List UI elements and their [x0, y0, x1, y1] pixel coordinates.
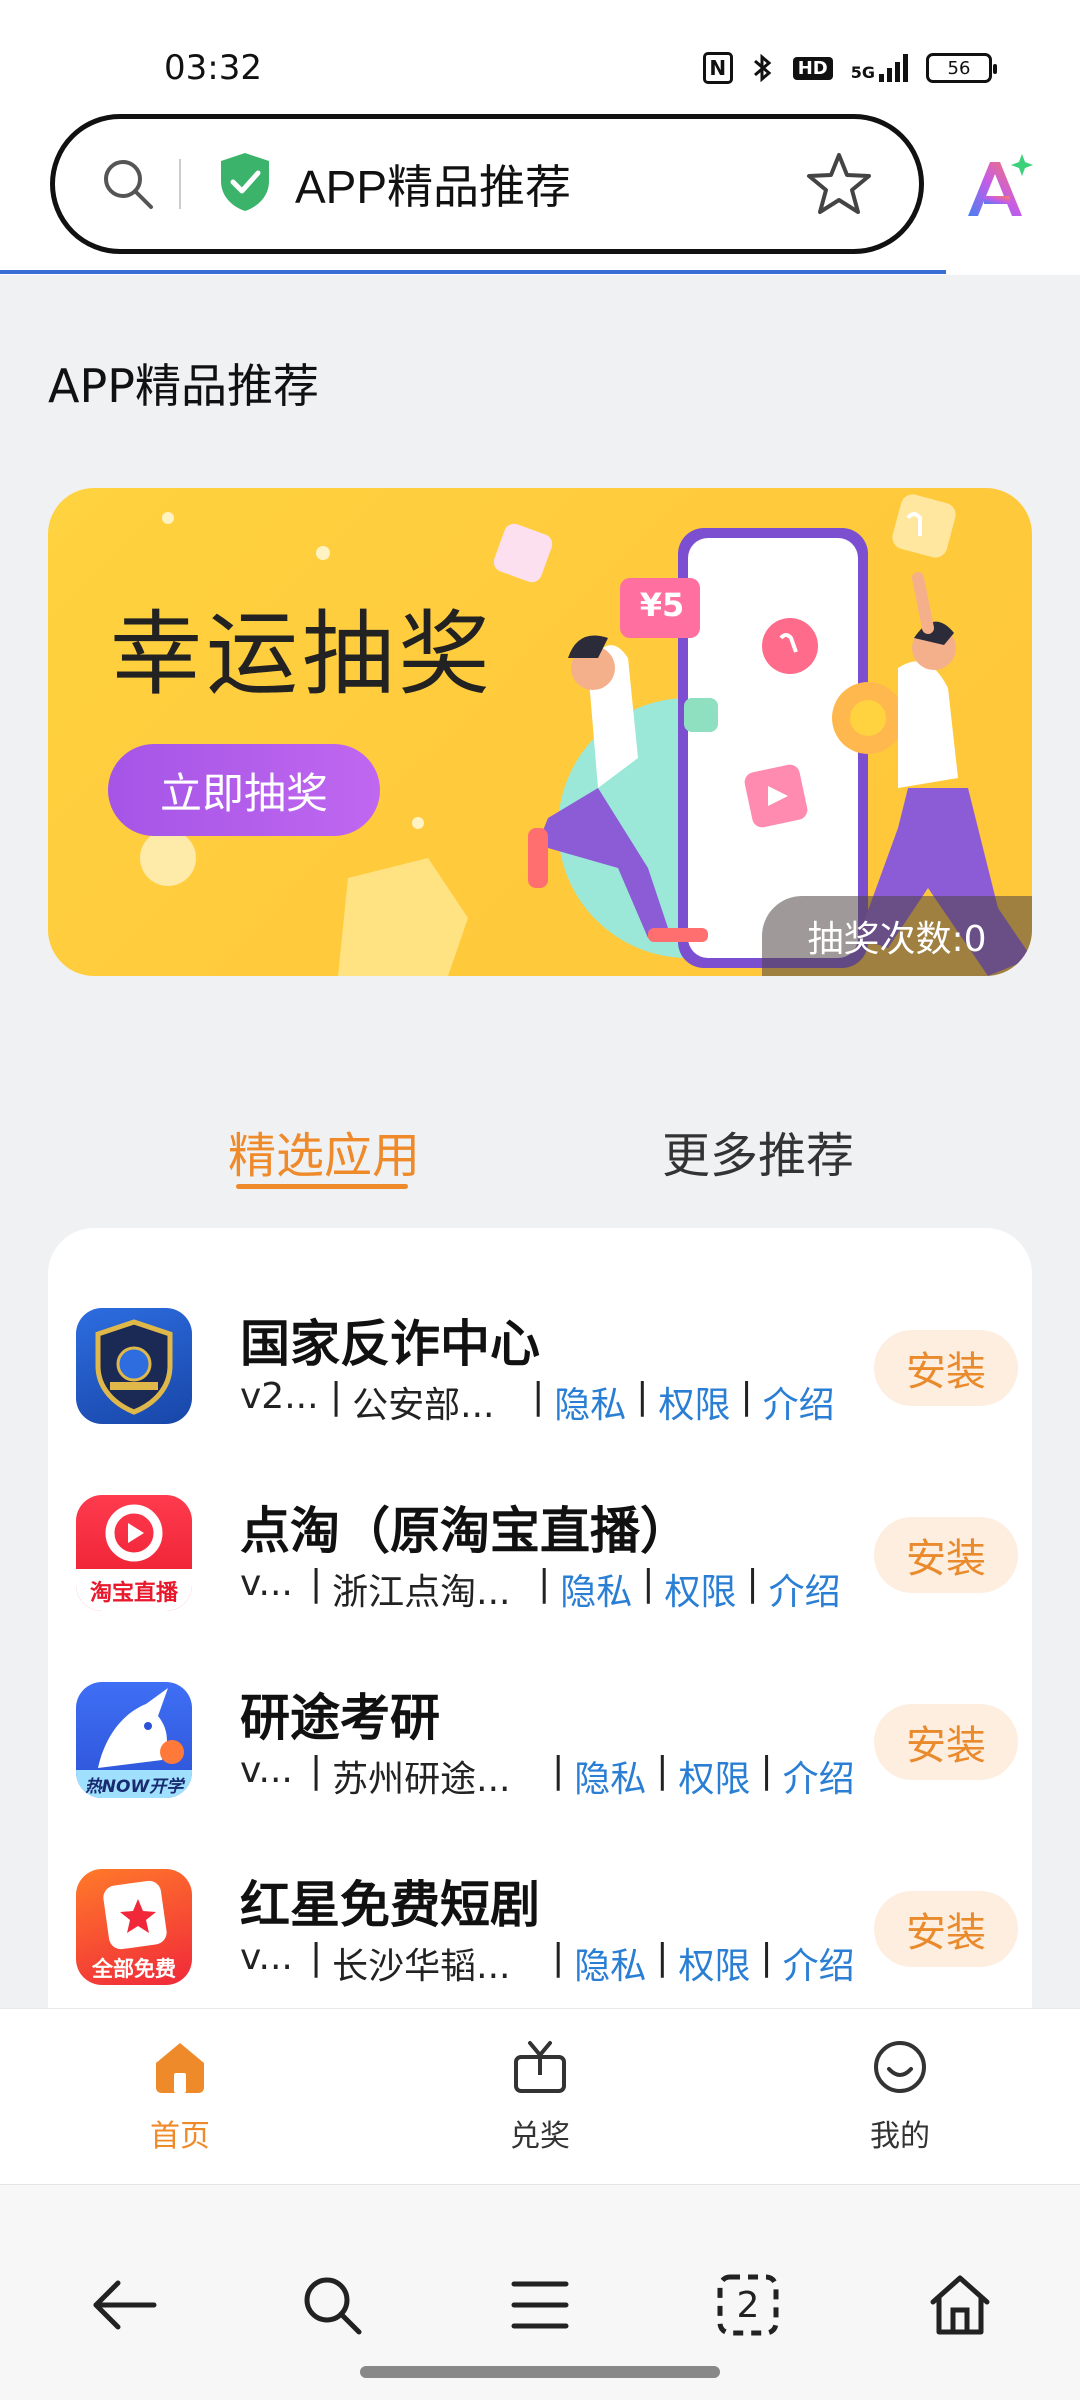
app-name: 红星免费短剧: [240, 1876, 540, 1934]
permissions-link[interactable]: 权限: [678, 1937, 750, 1989]
shield-check-icon[interactable]: [217, 151, 273, 217]
tv-gift-icon: [510, 2039, 570, 2103]
list-item[interactable]: 全部免费 红星免费短剧 v... | 长沙华韬... | 隐私 | 权限 | 介…: [48, 1869, 1032, 2019]
tabs-icon[interactable]: 2: [708, 2265, 788, 2345]
nav-label: 兑奖: [510, 2119, 570, 2154]
menu-icon[interactable]: [500, 2265, 580, 2345]
red-star-play-icon[interactable]: 全部免费: [76, 1869, 192, 1985]
app-name: 研途考研: [240, 1689, 440, 1747]
tab-active-indicator: [236, 1184, 408, 1189]
list-item[interactable]: 热NOW开学 研途考研 v... | 苏州研途... | 隐私 | 权限 | 介…: [48, 1682, 1032, 1832]
app-list: 国家反诈中心 v2... | 公安部... | 隐私 | 权限 | 介绍 安装 …: [48, 1228, 1032, 2028]
install-button[interactable]: 安装: [874, 1704, 1018, 1780]
install-button[interactable]: 安装: [874, 1330, 1018, 1406]
app-meta: v... | 浙江点淘... | 隐私 | 权限 | 介绍: [240, 1563, 841, 1615]
install-button[interactable]: 安装: [874, 1891, 1018, 1967]
lottery-banner[interactable]: 幸运抽奖 立即抽奖 ¥5 抽奖次数:0: [48, 488, 1032, 976]
section-title: APP精品推荐: [48, 359, 319, 413]
nav-redeem[interactable]: 兑奖: [470, 2039, 610, 2155]
privacy-link[interactable]: 隐私: [554, 1376, 626, 1428]
draw-now-button[interactable]: 立即抽奖: [108, 744, 380, 836]
nav-home[interactable]: 首页: [110, 2039, 250, 2155]
app-version: v...: [240, 1750, 293, 1791]
permissions-link[interactable]: 权限: [658, 1376, 730, 1428]
home-indicator[interactable]: [360, 2366, 720, 2378]
status-time: 03:32: [164, 48, 262, 88]
draw-count-label: 抽奖次数:0: [762, 896, 1032, 976]
address-bar[interactable]: APP精品推荐: [50, 114, 924, 254]
browser-address-area: APP精品推荐: [0, 110, 1080, 275]
page-title-url[interactable]: APP精品推荐: [295, 151, 571, 217]
hd-icon: HD: [792, 56, 833, 80]
app-meta: v2... | 公安部... | 隐私 | 权限 | 介绍: [240, 1376, 835, 1428]
app-developer: 浙江点淘...: [332, 1572, 511, 1613]
app-name: 国家反诈中心: [240, 1315, 540, 1373]
star-icon[interactable]: [805, 151, 873, 221]
page-load-progress: [0, 270, 946, 274]
nav-label: 首页: [150, 2119, 210, 2154]
app-icon-label: 淘宝直播: [89, 1581, 178, 1606]
app-version: v...: [240, 1937, 293, 1978]
battery-icon: 56: [926, 53, 997, 83]
nav-mine[interactable]: 我的: [830, 2039, 970, 2155]
nav-label: 我的: [870, 2119, 930, 2154]
home-icon: [150, 2039, 210, 2103]
banner-title: 幸运抽奖: [110, 601, 495, 708]
intro-link[interactable]: 介绍: [783, 1937, 855, 1989]
list-item[interactable]: 国家反诈中心 v2... | 公安部... | 隐私 | 权限 | 介绍 安装: [48, 1308, 1032, 1458]
app-name: 点淘（原淘宝直播）: [240, 1502, 690, 1560]
permissions-link[interactable]: 权限: [664, 1563, 736, 1615]
app-developer: 苏州研途...: [332, 1759, 511, 1800]
ai-assistant-icon[interactable]: [960, 152, 1036, 226]
anti-fraud-shield-icon[interactable]: [76, 1308, 192, 1424]
privacy-link[interactable]: 隐私: [574, 1937, 646, 1989]
app-version: v...: [240, 1563, 293, 1604]
address-separator: [179, 159, 181, 209]
intro-link[interactable]: 介绍: [783, 1750, 855, 1802]
home-icon[interactable]: [920, 2265, 1000, 2345]
intro-link[interactable]: 介绍: [769, 1563, 841, 1615]
app-developer: 公安部...: [352, 1385, 495, 1426]
app-icon-label: 全部免费: [92, 1957, 176, 1981]
battery-level: 56: [947, 57, 971, 79]
network-label: 5G: [850, 63, 875, 82]
signal-5g-icon: 5G: [851, 54, 908, 82]
coupon-badge: ¥5: [639, 586, 685, 624]
bluetooth-icon: [751, 52, 775, 84]
app-developer: 长沙华韬...: [332, 1946, 511, 1987]
nfc-icon: N: [702, 52, 733, 84]
search-icon[interactable]: [83, 154, 173, 214]
app-bottom-nav: 首页 兑奖 我的: [0, 2008, 1080, 2184]
intro-link[interactable]: 介绍: [763, 1376, 835, 1428]
tab-more-recommendations[interactable]: 更多推荐: [662, 1116, 854, 1186]
status-icons: N HD 5G 56: [702, 52, 997, 84]
install-button[interactable]: 安装: [874, 1517, 1018, 1593]
smile-icon: [870, 2039, 930, 2103]
search-icon[interactable]: [292, 2265, 372, 2345]
app-meta: v... | 苏州研途... | 隐私 | 权限 | 介绍: [240, 1750, 855, 1802]
back-arrow-icon[interactable]: [84, 2265, 164, 2345]
app-icon-label: 热NOW开学: [84, 1777, 184, 1797]
privacy-link[interactable]: 隐私: [574, 1750, 646, 1802]
diantao-icon[interactable]: 淘宝直播: [76, 1495, 192, 1611]
privacy-link[interactable]: 隐私: [560, 1563, 632, 1615]
unicorn-icon[interactable]: 热NOW开学: [76, 1682, 192, 1798]
tab-featured-apps[interactable]: 精选应用: [228, 1116, 420, 1186]
permissions-link[interactable]: 权限: [678, 1750, 750, 1802]
status-bar: 03:32 N HD 5G 56: [0, 0, 1080, 110]
tab-count: 2: [736, 2284, 760, 2326]
list-item[interactable]: 淘宝直播 点淘（原淘宝直播） v... | 浙江点淘... | 隐私 | 权限 …: [48, 1495, 1032, 1645]
app-meta: v... | 长沙华韬... | 隐私 | 权限 | 介绍: [240, 1937, 855, 1989]
app-version: v2...: [240, 1376, 319, 1417]
